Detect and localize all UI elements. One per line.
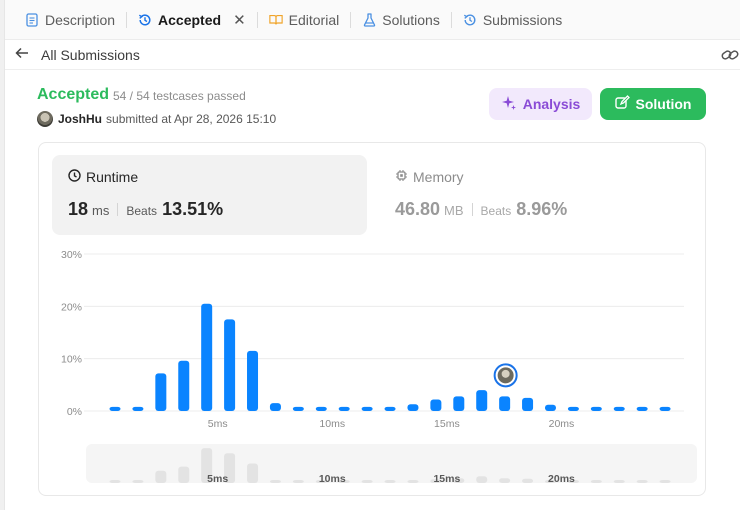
chart-bar (201, 303, 213, 411)
close-icon[interactable]: ✕ (233, 11, 246, 29)
history-icon (138, 13, 152, 27)
chart-bar (522, 397, 534, 411)
y-tick-label: 0% (67, 406, 82, 418)
chart-bar (544, 404, 556, 411)
overview-tick-label: 20ms (548, 473, 575, 485)
tab-divider (126, 11, 128, 28)
x-tick-label: 10ms (319, 418, 345, 430)
y-tick-label: 20% (61, 301, 82, 313)
chart-bar (476, 390, 488, 411)
overview-bar (155, 470, 167, 483)
overview-bar (476, 476, 488, 483)
tab-label: Accepted (158, 11, 222, 28)
range-slider (86, 444, 697, 483)
chart-bar (109, 406, 121, 411)
overview-bar (269, 480, 281, 483)
chart-bar (613, 406, 625, 411)
overview-bar (384, 480, 396, 483)
analysis-label: Analysis (522, 96, 581, 112)
tab-editorial[interactable]: Editorial (261, 0, 348, 40)
chart-bar (338, 406, 350, 411)
description-icon (25, 12, 39, 27)
link-icon[interactable] (721, 47, 739, 63)
overview-bar (247, 463, 259, 483)
overview-bar (178, 466, 190, 483)
x-tick-label: 20ms (549, 418, 575, 430)
tab-bar: Description Accepted ✕ Editorial Solutio… (5, 0, 740, 40)
avatar-face (501, 369, 510, 378)
tab-divider (256, 11, 258, 28)
chart-bar (567, 406, 579, 411)
submitted-time: submitted at Apr 28, 2026 15:10 (106, 112, 277, 126)
chart-bar (659, 406, 671, 411)
overview-bar (292, 480, 304, 483)
chart-bar (247, 350, 259, 411)
chart-bar (407, 404, 419, 411)
book-icon (268, 13, 283, 27)
tab-description[interactable]: Description (17, 0, 123, 40)
author-row: JoshHu submitted at Apr 28, 2026 15:10 (37, 111, 276, 127)
chart-bar (315, 406, 327, 411)
edit-icon (614, 95, 630, 113)
author-name[interactable]: JoshHu (58, 112, 102, 126)
chart-bar (430, 399, 442, 411)
overview-bar (522, 478, 534, 483)
tab-submissions[interactable]: Submissions (455, 0, 570, 40)
y-tick-label: 30% (61, 249, 82, 261)
overview-bar (659, 480, 671, 483)
tab-label: Submissions (482, 11, 563, 28)
overview-bar (590, 480, 602, 483)
all-submissions-link[interactable]: All Submissions (41, 47, 140, 63)
flask-icon (362, 12, 376, 27)
overview-bar (407, 480, 419, 483)
chart-bar (499, 396, 511, 411)
chart-bar (361, 406, 373, 411)
submission-panel: Description Accepted ✕ Editorial Solutio… (4, 0, 740, 510)
chart-bar (224, 319, 236, 411)
chart-bar (155, 373, 167, 411)
tab-solutions[interactable]: Solutions (354, 0, 448, 40)
chart-bar (178, 360, 190, 411)
back-row: All Submissions (5, 40, 740, 70)
submission-status: Accepted (37, 86, 110, 103)
tab-label: Editorial (288, 11, 340, 28)
x-tick-label: 15ms (434, 418, 460, 430)
overview-bar (361, 480, 373, 483)
overview-tick-label: 5ms (207, 473, 228, 485)
x-tick-label: 5ms (208, 418, 228, 430)
chart-bar (269, 403, 281, 411)
chart-bar (636, 406, 648, 411)
chart-bar (453, 396, 465, 411)
performance-card: Runtime 18 ms Beats 13.51% Memory 46.80 … (38, 142, 706, 496)
tab-accepted[interactable]: Accepted ✕ (130, 0, 254, 40)
overview-bar (109, 480, 121, 483)
y-tick-label: 10% (61, 354, 82, 366)
tab-label: Solutions (382, 11, 440, 28)
chart-bar (384, 406, 396, 411)
chart-bar (590, 406, 602, 411)
solution-button[interactable]: Solution (600, 88, 706, 120)
tab-label: Description (45, 11, 116, 28)
runtime-distribution-chart: 0% 10% 20% 30% 5ms 10ms 15ms 20ms 5ms 10ms 15ms 20m… (61, 249, 697, 485)
tab-divider (350, 11, 352, 28)
solution-label: Solution (635, 96, 692, 112)
analysis-button[interactable]: Analysis (489, 88, 592, 120)
arrow-left-icon[interactable] (15, 46, 33, 64)
chart-bar (292, 406, 304, 411)
overview-tick-label: 10ms (319, 473, 346, 485)
sparkle-icon (501, 95, 517, 114)
overview-bar (132, 480, 144, 483)
avatar[interactable] (37, 111, 53, 127)
history-icon (463, 13, 477, 27)
chart-bar (132, 406, 144, 411)
overview-bar (499, 478, 511, 483)
testcases-passed: 54 / 54 testcases passed (113, 89, 246, 103)
overview-bar (613, 480, 625, 483)
tab-divider (450, 11, 452, 28)
overview-bar (636, 480, 648, 483)
overview-tick-label: 15ms (433, 473, 460, 485)
